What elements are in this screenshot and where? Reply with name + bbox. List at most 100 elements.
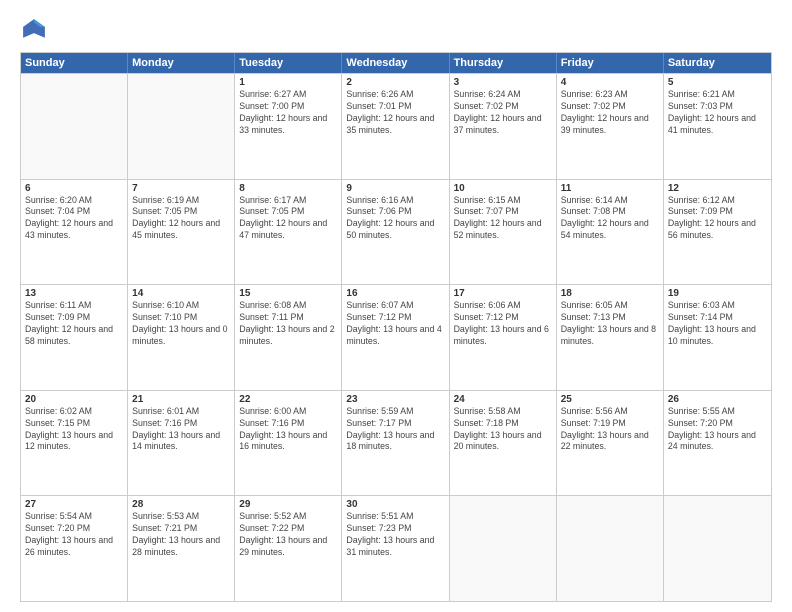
day-info: Sunrise: 6:20 AM Sunset: 7:04 PM Dayligh… bbox=[25, 195, 123, 243]
header-day-wednesday: Wednesday bbox=[342, 53, 449, 73]
logo-icon bbox=[20, 16, 48, 44]
header-day-friday: Friday bbox=[557, 53, 664, 73]
calendar-cell: 17Sunrise: 6:06 AM Sunset: 7:12 PM Dayli… bbox=[450, 285, 557, 390]
calendar-cell: 13Sunrise: 6:11 AM Sunset: 7:09 PM Dayli… bbox=[21, 285, 128, 390]
day-info: Sunrise: 5:55 AM Sunset: 7:20 PM Dayligh… bbox=[668, 406, 767, 454]
day-number: 17 bbox=[454, 288, 552, 299]
day-info: Sunrise: 5:59 AM Sunset: 7:17 PM Dayligh… bbox=[346, 406, 444, 454]
calendar-cell bbox=[664, 496, 771, 601]
calendar-cell: 18Sunrise: 6:05 AM Sunset: 7:13 PM Dayli… bbox=[557, 285, 664, 390]
day-number: 8 bbox=[239, 183, 337, 194]
day-number: 15 bbox=[239, 288, 337, 299]
day-number: 22 bbox=[239, 394, 337, 405]
day-number: 29 bbox=[239, 499, 337, 510]
calendar-cell: 15Sunrise: 6:08 AM Sunset: 7:11 PM Dayli… bbox=[235, 285, 342, 390]
calendar-cell: 16Sunrise: 6:07 AM Sunset: 7:12 PM Dayli… bbox=[342, 285, 449, 390]
header bbox=[20, 16, 772, 44]
calendar-cell: 29Sunrise: 5:52 AM Sunset: 7:22 PM Dayli… bbox=[235, 496, 342, 601]
calendar-cell: 26Sunrise: 5:55 AM Sunset: 7:20 PM Dayli… bbox=[664, 391, 771, 496]
day-info: Sunrise: 6:19 AM Sunset: 7:05 PM Dayligh… bbox=[132, 195, 230, 243]
day-info: Sunrise: 6:21 AM Sunset: 7:03 PM Dayligh… bbox=[668, 89, 767, 137]
day-info: Sunrise: 6:23 AM Sunset: 7:02 PM Dayligh… bbox=[561, 89, 659, 137]
day-number: 2 bbox=[346, 77, 444, 88]
day-info: Sunrise: 6:03 AM Sunset: 7:14 PM Dayligh… bbox=[668, 300, 767, 348]
day-number: 16 bbox=[346, 288, 444, 299]
day-number: 4 bbox=[561, 77, 659, 88]
calendar-cell: 28Sunrise: 5:53 AM Sunset: 7:21 PM Dayli… bbox=[128, 496, 235, 601]
calendar-cell bbox=[557, 496, 664, 601]
day-info: Sunrise: 6:02 AM Sunset: 7:15 PM Dayligh… bbox=[25, 406, 123, 454]
day-info: Sunrise: 6:24 AM Sunset: 7:02 PM Dayligh… bbox=[454, 89, 552, 137]
calendar-cell: 20Sunrise: 6:02 AM Sunset: 7:15 PM Dayli… bbox=[21, 391, 128, 496]
day-number: 7 bbox=[132, 183, 230, 194]
calendar-cell: 22Sunrise: 6:00 AM Sunset: 7:16 PM Dayli… bbox=[235, 391, 342, 496]
calendar-week-3: 13Sunrise: 6:11 AM Sunset: 7:09 PM Dayli… bbox=[21, 284, 771, 390]
day-info: Sunrise: 6:00 AM Sunset: 7:16 PM Dayligh… bbox=[239, 406, 337, 454]
calendar-cell: 12Sunrise: 6:12 AM Sunset: 7:09 PM Dayli… bbox=[664, 180, 771, 285]
header-day-tuesday: Tuesday bbox=[235, 53, 342, 73]
day-info: Sunrise: 6:27 AM Sunset: 7:00 PM Dayligh… bbox=[239, 89, 337, 137]
day-info: Sunrise: 5:58 AM Sunset: 7:18 PM Dayligh… bbox=[454, 406, 552, 454]
day-number: 11 bbox=[561, 183, 659, 194]
calendar-header: SundayMondayTuesdayWednesdayThursdayFrid… bbox=[21, 53, 771, 73]
calendar-body: 1Sunrise: 6:27 AM Sunset: 7:00 PM Daylig… bbox=[21, 73, 771, 601]
day-number: 14 bbox=[132, 288, 230, 299]
calendar-cell bbox=[450, 496, 557, 601]
calendar-cell: 21Sunrise: 6:01 AM Sunset: 7:16 PM Dayli… bbox=[128, 391, 235, 496]
header-day-saturday: Saturday bbox=[664, 53, 771, 73]
calendar-cell: 7Sunrise: 6:19 AM Sunset: 7:05 PM Daylig… bbox=[128, 180, 235, 285]
day-number: 24 bbox=[454, 394, 552, 405]
calendar-cell: 25Sunrise: 5:56 AM Sunset: 7:19 PM Dayli… bbox=[557, 391, 664, 496]
calendar-cell: 30Sunrise: 5:51 AM Sunset: 7:23 PM Dayli… bbox=[342, 496, 449, 601]
day-info: Sunrise: 6:26 AM Sunset: 7:01 PM Dayligh… bbox=[346, 89, 444, 137]
day-info: Sunrise: 5:51 AM Sunset: 7:23 PM Dayligh… bbox=[346, 511, 444, 559]
calendar: SundayMondayTuesdayWednesdayThursdayFrid… bbox=[20, 52, 772, 602]
calendar-cell: 1Sunrise: 6:27 AM Sunset: 7:00 PM Daylig… bbox=[235, 74, 342, 179]
day-info: Sunrise: 6:06 AM Sunset: 7:12 PM Dayligh… bbox=[454, 300, 552, 348]
calendar-cell bbox=[21, 74, 128, 179]
day-info: Sunrise: 6:08 AM Sunset: 7:11 PM Dayligh… bbox=[239, 300, 337, 348]
day-info: Sunrise: 6:14 AM Sunset: 7:08 PM Dayligh… bbox=[561, 195, 659, 243]
calendar-cell: 3Sunrise: 6:24 AM Sunset: 7:02 PM Daylig… bbox=[450, 74, 557, 179]
calendar-week-1: 1Sunrise: 6:27 AM Sunset: 7:00 PM Daylig… bbox=[21, 73, 771, 179]
day-number: 28 bbox=[132, 499, 230, 510]
day-number: 21 bbox=[132, 394, 230, 405]
calendar-cell: 6Sunrise: 6:20 AM Sunset: 7:04 PM Daylig… bbox=[21, 180, 128, 285]
day-info: Sunrise: 5:53 AM Sunset: 7:21 PM Dayligh… bbox=[132, 511, 230, 559]
day-info: Sunrise: 6:10 AM Sunset: 7:10 PM Dayligh… bbox=[132, 300, 230, 348]
day-number: 13 bbox=[25, 288, 123, 299]
day-info: Sunrise: 5:54 AM Sunset: 7:20 PM Dayligh… bbox=[25, 511, 123, 559]
day-info: Sunrise: 6:17 AM Sunset: 7:05 PM Dayligh… bbox=[239, 195, 337, 243]
day-number: 18 bbox=[561, 288, 659, 299]
calendar-cell: 10Sunrise: 6:15 AM Sunset: 7:07 PM Dayli… bbox=[450, 180, 557, 285]
calendar-cell: 24Sunrise: 5:58 AM Sunset: 7:18 PM Dayli… bbox=[450, 391, 557, 496]
calendar-cell: 8Sunrise: 6:17 AM Sunset: 7:05 PM Daylig… bbox=[235, 180, 342, 285]
day-info: Sunrise: 6:12 AM Sunset: 7:09 PM Dayligh… bbox=[668, 195, 767, 243]
day-number: 9 bbox=[346, 183, 444, 194]
calendar-cell: 2Sunrise: 6:26 AM Sunset: 7:01 PM Daylig… bbox=[342, 74, 449, 179]
day-info: Sunrise: 6:11 AM Sunset: 7:09 PM Dayligh… bbox=[25, 300, 123, 348]
calendar-cell: 23Sunrise: 5:59 AM Sunset: 7:17 PM Dayli… bbox=[342, 391, 449, 496]
day-number: 23 bbox=[346, 394, 444, 405]
day-info: Sunrise: 6:16 AM Sunset: 7:06 PM Dayligh… bbox=[346, 195, 444, 243]
day-number: 3 bbox=[454, 77, 552, 88]
calendar-cell: 27Sunrise: 5:54 AM Sunset: 7:20 PM Dayli… bbox=[21, 496, 128, 601]
calendar-cell bbox=[128, 74, 235, 179]
page: SundayMondayTuesdayWednesdayThursdayFrid… bbox=[0, 0, 792, 612]
day-info: Sunrise: 6:05 AM Sunset: 7:13 PM Dayligh… bbox=[561, 300, 659, 348]
day-number: 5 bbox=[668, 77, 767, 88]
calendar-week-2: 6Sunrise: 6:20 AM Sunset: 7:04 PM Daylig… bbox=[21, 179, 771, 285]
header-day-thursday: Thursday bbox=[450, 53, 557, 73]
calendar-cell: 11Sunrise: 6:14 AM Sunset: 7:08 PM Dayli… bbox=[557, 180, 664, 285]
day-number: 27 bbox=[25, 499, 123, 510]
day-number: 1 bbox=[239, 77, 337, 88]
calendar-cell: 5Sunrise: 6:21 AM Sunset: 7:03 PM Daylig… bbox=[664, 74, 771, 179]
day-info: Sunrise: 6:01 AM Sunset: 7:16 PM Dayligh… bbox=[132, 406, 230, 454]
calendar-cell: 14Sunrise: 6:10 AM Sunset: 7:10 PM Dayli… bbox=[128, 285, 235, 390]
day-number: 26 bbox=[668, 394, 767, 405]
day-number: 19 bbox=[668, 288, 767, 299]
header-day-sunday: Sunday bbox=[21, 53, 128, 73]
day-info: Sunrise: 5:52 AM Sunset: 7:22 PM Dayligh… bbox=[239, 511, 337, 559]
day-info: Sunrise: 6:15 AM Sunset: 7:07 PM Dayligh… bbox=[454, 195, 552, 243]
logo bbox=[20, 16, 52, 44]
